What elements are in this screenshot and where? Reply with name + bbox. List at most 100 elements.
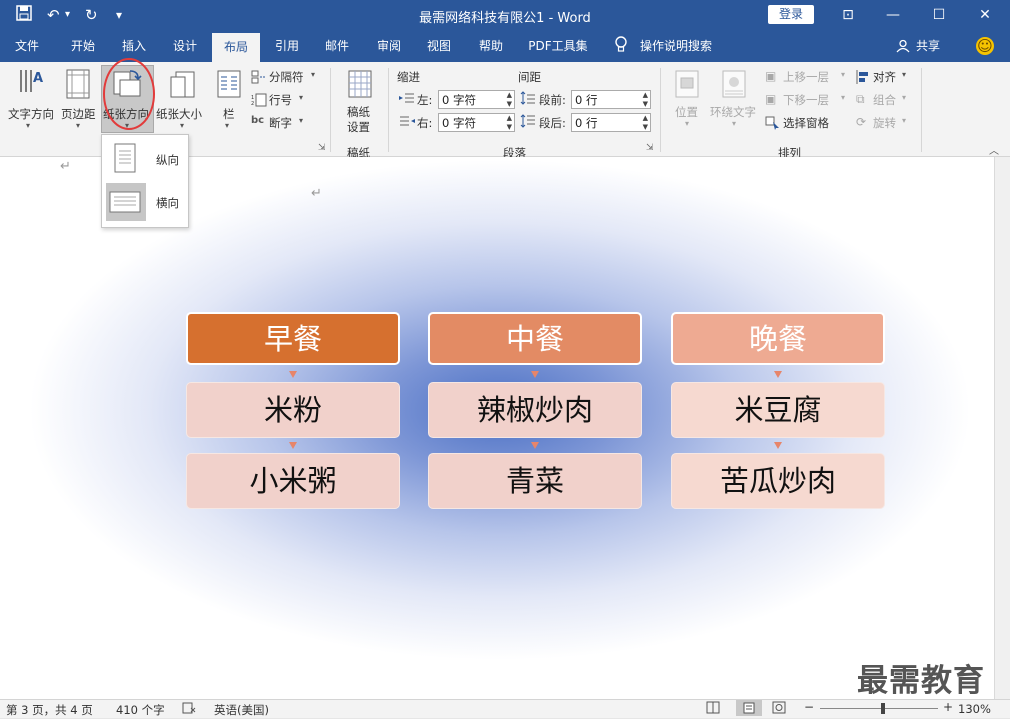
read-mode-icon[interactable] — [706, 701, 720, 717]
tab-layout[interactable]: 布局 — [212, 33, 260, 62]
spacing-label: 间距 — [518, 70, 541, 84]
print-layout-icon[interactable] — [736, 700, 762, 716]
align-icon — [856, 70, 870, 87]
share-button[interactable]: 共享 — [912, 30, 944, 62]
align-label: 对齐 — [873, 70, 896, 84]
tab-help[interactable]: 帮助 — [468, 30, 514, 62]
orientation-label: 纸张方向 — [103, 107, 149, 121]
manuscript-setup-button[interactable]: 稿纸 设置 — [340, 66, 380, 134]
zoom-slider-thumb[interactable] — [881, 703, 886, 714]
breakfast-item[interactable]: 小米粥 — [186, 453, 400, 509]
orientation-button[interactable]: 纸张方向 ▾ — [101, 65, 154, 133]
minimize-icon[interactable]: — — [870, 0, 916, 30]
customize-quick-access-icon[interactable]: ▾ — [116, 5, 122, 25]
position-button[interactable]: 位置 ▾ — [670, 66, 706, 132]
indent-left-input[interactable]: 0 字符 ▲ ▼ — [438, 90, 515, 109]
save-icon[interactable] — [16, 5, 32, 26]
send-backward-icon: ▣ — [765, 92, 777, 106]
spacing-before-input[interactable]: 0 行 ▲ ▼ — [571, 90, 651, 109]
chevron-down-icon: ▾ — [76, 121, 81, 130]
tab-pdf-tools[interactable]: PDF工具集 — [522, 30, 594, 62]
spacing-after-input[interactable]: 0 行 ▲ ▼ — [571, 113, 651, 132]
collapse-ribbon-icon[interactable]: ︿ — [989, 142, 999, 157]
redo-icon[interactable]: ↻ — [85, 5, 98, 25]
paper-size-button[interactable]: 纸张大小 ▾ — [156, 66, 208, 132]
hyphenation-label: 断字 — [269, 116, 292, 130]
tab-file[interactable]: 文件 — [4, 30, 50, 62]
chevron-down-icon: ▾ — [841, 93, 846, 102]
undo-dropdown-icon[interactable]: ▾ — [65, 5, 70, 25]
maximize-icon[interactable]: ☐ — [916, 0, 962, 30]
paragraph-mark: ↵ — [60, 159, 71, 174]
dinner-item[interactable]: 米豆腐 — [671, 382, 885, 438]
portrait-option[interactable]: 纵向 — [104, 138, 184, 178]
tab-home[interactable]: 开始 — [58, 30, 108, 62]
paragraph-dialog-launcher-icon[interactable]: ⇲ — [646, 143, 654, 153]
tab-mailings[interactable]: 邮件 — [314, 30, 360, 62]
breakfast-item[interactable]: 米粉 — [186, 382, 400, 438]
wrap-text-button[interactable]: 环绕文字 ▾ — [708, 66, 760, 132]
spinner-arrows-icon[interactable]: ▲ ▼ — [643, 114, 648, 132]
web-layout-icon[interactable] — [772, 701, 786, 717]
undo-icon[interactable]: ↶ — [47, 5, 60, 25]
tab-references[interactable]: 引用 — [264, 30, 310, 62]
orientation-dropdown-menu: 纵向 横向 — [101, 134, 189, 228]
page-info[interactable]: 第 3 页，共 4 页 — [6, 702, 93, 718]
indent-right-input[interactable]: 0 字符 ▲ ▼ — [438, 113, 515, 132]
zoom-slider[interactable] — [820, 708, 938, 709]
rotate-label: 旋转 — [873, 116, 896, 130]
svg-text:2: 2 — [251, 101, 254, 107]
bring-forward-label: 上移一层 — [783, 70, 829, 84]
spinner-arrows-icon[interactable]: ▲ ▼ — [507, 114, 512, 132]
zoom-in-button[interactable]: + — [943, 700, 953, 714]
manuscript-label-line1: 稿纸 — [347, 105, 370, 119]
margins-button[interactable]: 页边距 ▾ — [58, 66, 100, 132]
spacing-after-caption: 段后: — [539, 116, 566, 130]
tab-insert[interactable]: 插入 — [110, 30, 158, 62]
manuscript-label-line2: 设置 — [347, 120, 370, 134]
chevron-down-icon: ▾ — [902, 93, 907, 102]
lightbulb-icon — [614, 36, 628, 58]
lunch-item[interactable]: 辣椒炒肉 — [428, 382, 642, 438]
zoom-out-button[interactable]: − — [804, 700, 814, 714]
tab-design[interactable]: 设计 — [162, 30, 208, 62]
dinner-item[interactable]: 苦瓜炒肉 — [671, 453, 885, 509]
selection-pane-label: 选择窗格 — [783, 116, 829, 130]
landscape-page-icon — [109, 191, 141, 216]
word-count[interactable]: 410 个字 — [116, 702, 165, 718]
spinner-arrows-icon[interactable]: ▲ ▼ — [643, 91, 648, 109]
breakfast-header[interactable]: 早餐 — [186, 312, 400, 365]
landscape-option[interactable]: 横向 — [104, 183, 184, 221]
zoom-level[interactable]: 130% — [958, 702, 991, 716]
proofing-icon[interactable] — [182, 701, 196, 718]
group-separator — [921, 68, 922, 152]
spinner-arrows-icon[interactable]: ▲ ▼ — [507, 91, 512, 109]
chevron-down-icon: ▾ — [685, 119, 690, 128]
connector-arrow — [774, 442, 782, 449]
tab-review[interactable]: 审阅 — [366, 30, 412, 62]
group-label: 组合 — [873, 93, 896, 107]
ribbon-display-options-icon[interactable]: ⊡ — [825, 0, 871, 30]
close-icon[interactable]: ✕ — [962, 0, 1008, 30]
login-button[interactable]: 登录 — [768, 5, 814, 24]
chevron-down-icon: ▾ — [902, 116, 907, 125]
status-bar: 第 3 页，共 4 页 410 个字 英语(美国) − + 130% — [0, 699, 1010, 718]
tab-view[interactable]: 视图 — [416, 30, 462, 62]
columns-button[interactable]: 栏 ▾ — [213, 66, 245, 132]
dinner-header[interactable]: 晚餐 — [671, 312, 885, 365]
vertical-scrollbar[interactable] — [994, 157, 1010, 699]
lunch-header[interactable]: 中餐 — [428, 312, 642, 365]
line-numbers-icon: 12 — [251, 93, 267, 110]
text-direction-button[interactable]: A 文字方向 ▾ — [4, 66, 56, 132]
paper-size-label: 纸张大小 — [156, 107, 202, 121]
send-backward-label: 下移一层 — [783, 93, 829, 107]
paper-size-icon — [170, 69, 196, 102]
lunch-item[interactable]: 青菜 — [428, 453, 642, 509]
smiley-feedback-icon[interactable]: ☺ — [976, 37, 994, 55]
language[interactable]: 英语(美国) — [214, 702, 269, 718]
group-icon: ⧉ — [856, 92, 865, 106]
page-setup-dialog-launcher-icon[interactable]: ⇲ — [318, 143, 326, 153]
tell-me-search[interactable]: 操作说明搜索 — [640, 30, 720, 62]
portrait-page-icon — [114, 143, 136, 176]
breaks-icon — [251, 70, 267, 87]
